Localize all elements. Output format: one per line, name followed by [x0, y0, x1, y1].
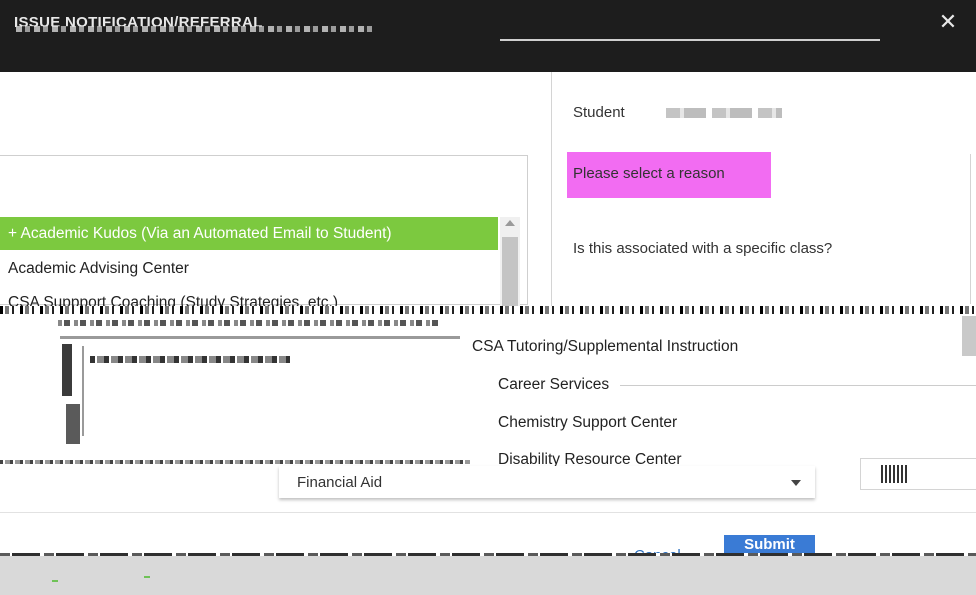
- right-panel-border: [970, 154, 971, 304]
- reason-option-academic-advising[interactable]: Academic Advising Center: [0, 260, 189, 278]
- student-label: Student: [573, 104, 625, 121]
- class-question-label: Is this associated with a specific class…: [573, 240, 833, 257]
- student-name-redacted: [666, 108, 782, 118]
- footer-divider: [0, 512, 976, 513]
- render-glitch: [962, 316, 976, 356]
- render-glitch: [66, 404, 80, 444]
- loading-indicator: [52, 576, 152, 584]
- reason-warning-text: Please select a reason: [573, 165, 725, 182]
- reason-option-career-services[interactable]: Career Services: [498, 376, 609, 394]
- caret-down-icon[interactable]: [791, 480, 801, 486]
- close-icon[interactable]: ✕: [936, 10, 960, 34]
- header-artifact: [500, 39, 880, 41]
- submit-button[interactable]: Submit: [724, 535, 815, 555]
- render-glitch: [0, 460, 470, 464]
- reason-warning: Please select a reason: [567, 152, 771, 198]
- render-glitch: [58, 320, 438, 326]
- reason-select-value: Financial Aid: [297, 474, 383, 491]
- render-glitch: [62, 344, 72, 396]
- popup-divider: [620, 385, 976, 386]
- reason-option-chemistry-support[interactable]: Chemistry Support Center: [498, 414, 677, 432]
- modal-header: ISSUE NOTIFICATION/REFERRAL ✕: [0, 0, 976, 72]
- panel-divider: [551, 72, 552, 308]
- scroll-thumb[interactable]: [502, 237, 518, 307]
- header-artifact: [16, 26, 376, 32]
- render-glitch: [82, 346, 84, 436]
- reason-option-csa-tutoring[interactable]: CSA Tutoring/Supplemental Instruction: [472, 338, 738, 356]
- reason-option-academic-kudos[interactable]: + Academic Kudos (Via an Automated Email…: [0, 217, 498, 250]
- render-glitch: [881, 465, 909, 483]
- render-glitch: [60, 336, 460, 339]
- render-glitch: [0, 306, 976, 314]
- scroll-up-arrow-icon[interactable]: [505, 220, 515, 226]
- class-select[interactable]: [860, 458, 976, 490]
- list-scrollbar[interactable]: [500, 217, 520, 307]
- reason-select[interactable]: Financial Aid: [279, 466, 815, 498]
- render-glitch: [90, 356, 290, 363]
